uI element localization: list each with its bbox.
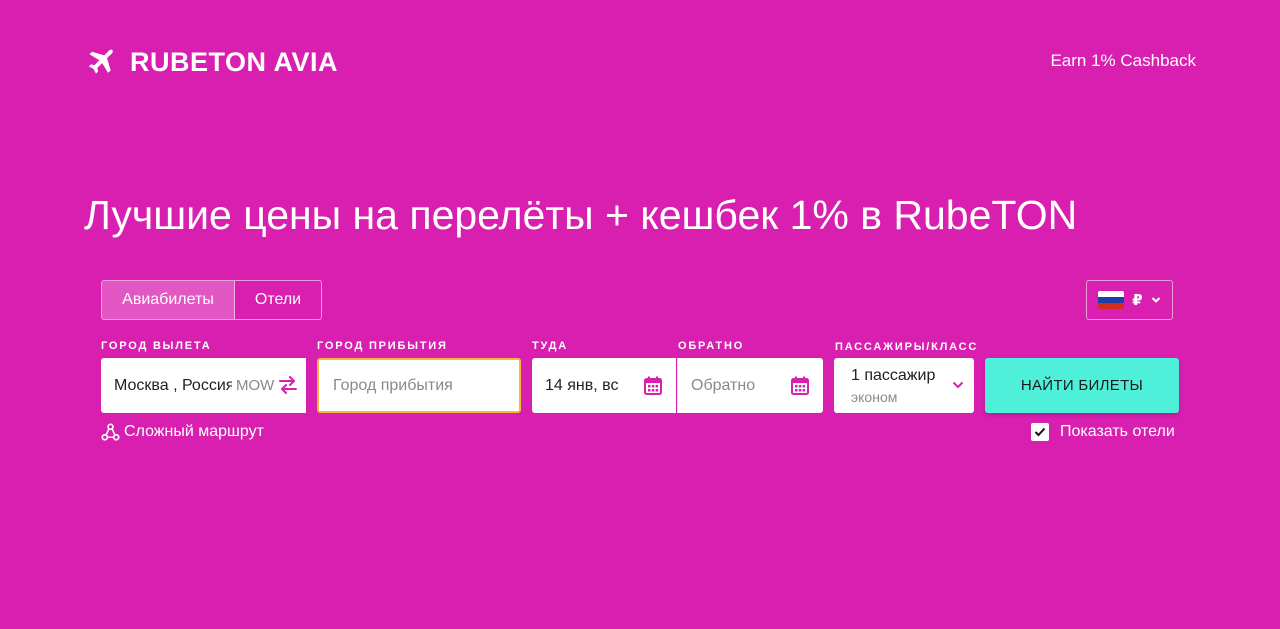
- search-tabs: Авиабилеты Отели: [101, 280, 322, 320]
- return-label: ОБРАТНО: [678, 340, 745, 352]
- logo-text: RUBETON AVIA: [130, 47, 339, 77]
- search-button[interactable]: НАЙТИ БИЛЕТЫ: [985, 358, 1179, 413]
- multi-route-label: Сложный маршрут: [124, 423, 264, 440]
- depart-date-field[interactable]: 14 янв, вс: [532, 358, 676, 413]
- depart-date-value: 14 янв, вс: [545, 376, 619, 394]
- cashback-link[interactable]: Earn 1% Cashback: [1050, 50, 1196, 72]
- tab-hotels[interactable]: Отели: [235, 281, 321, 319]
- calendar-icon: [791, 376, 809, 395]
- tab-flights[interactable]: Авиабилеты: [102, 281, 235, 319]
- passengers-field[interactable]: 1 пассажир эконом: [834, 358, 974, 413]
- swap-icon[interactable]: [278, 376, 298, 394]
- passenger-count: 1 пассажир: [851, 366, 936, 384]
- origin-iata: MOW: [236, 377, 275, 394]
- route-icon: [101, 422, 120, 441]
- chevron-down-icon: [952, 381, 964, 389]
- calendar-icon: [644, 376, 662, 395]
- depart-label: ТУДА: [532, 340, 568, 352]
- destination-label: ГОРОД ПРИБЫТИЯ: [317, 340, 448, 352]
- currency-symbol: ₽: [1132, 292, 1143, 309]
- passengers-label: ПАССАЖИРЫ/КЛАСС: [835, 341, 979, 353]
- currency-selector[interactable]: ₽: [1086, 280, 1173, 320]
- return-date-field[interactable]: Обратно: [677, 358, 823, 413]
- destination-input[interactable]: [331, 375, 515, 396]
- origin-value: Москва , Россия: [114, 376, 232, 394]
- multi-route-link[interactable]: Сложный маршрут: [101, 422, 264, 442]
- destination-field[interactable]: [317, 358, 521, 413]
- checkmark-icon: [1034, 427, 1046, 437]
- russia-flag-icon: [1098, 291, 1125, 309]
- origin-field[interactable]: Москва , Россия MOW: [101, 358, 306, 413]
- checkbox[interactable]: [1031, 423, 1049, 441]
- show-hotels-label: Показать отели: [1060, 423, 1175, 440]
- hero-title: Лучшие цены на перелёты + кешбек 1% в Ru…: [84, 192, 1078, 238]
- airplane-icon: [88, 49, 113, 74]
- page: RUBETON AVIA Earn 1% Cashback Лучшие цен…: [0, 0, 1280, 629]
- show-hotels-checkbox[interactable]: Показать отели: [1031, 422, 1175, 442]
- origin-label: ГОРОД ВЫЛЕТА: [101, 340, 212, 352]
- chevron-down-icon: [1151, 297, 1160, 303]
- travel-class: эконом: [851, 388, 898, 405]
- logo[interactable]: RUBETON AVIA: [84, 44, 338, 80]
- return-date-placeholder: Обратно: [691, 376, 756, 394]
